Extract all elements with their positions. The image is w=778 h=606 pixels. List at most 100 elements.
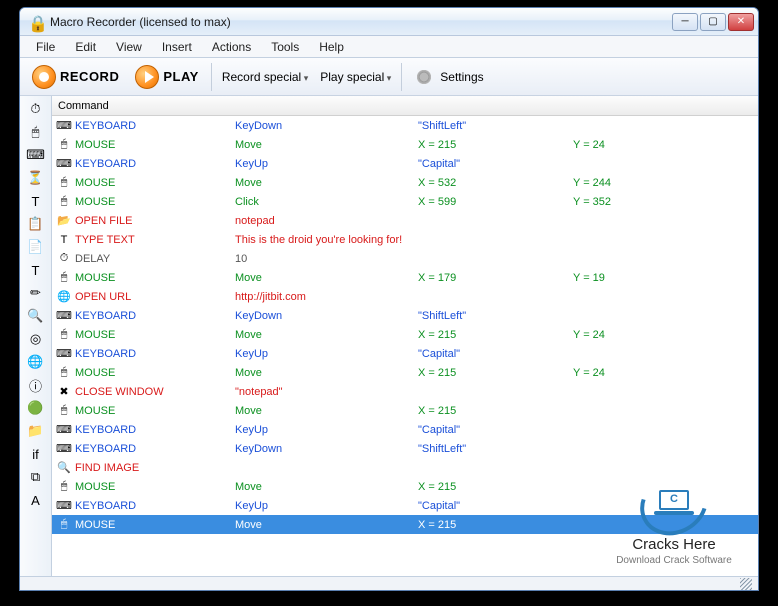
sidetool-1[interactable]: 🖱 xyxy=(25,121,47,143)
sidetool-5[interactable]: 📋 xyxy=(25,213,47,235)
table-row[interactable]: ⌨KEYBOARDKeyUp"Capital" xyxy=(52,344,758,363)
table-row[interactable]: 🖱MOUSEMoveX = 532Y = 244 xyxy=(52,173,758,192)
row-param2: X = 215 xyxy=(418,139,573,151)
row-param2: "ShiftLeft" xyxy=(418,310,573,322)
row-param1: "notepad" xyxy=(235,386,418,398)
close-button[interactable]: ✕ xyxy=(728,13,754,31)
sidetool-6[interactable]: 📄 xyxy=(25,236,47,258)
table-row[interactable]: ⌨KEYBOARDKeyUp"Capital" xyxy=(52,420,758,439)
gear-icon xyxy=(414,67,434,87)
sidetool-17[interactable]: A xyxy=(25,489,47,511)
row-param3: Y = 24 xyxy=(573,329,758,341)
play-button[interactable]: PLAY xyxy=(129,63,204,91)
row-param1: Move xyxy=(235,139,418,151)
sidetool-0[interactable]: ⏱ xyxy=(25,98,47,120)
row-param1: Move xyxy=(235,519,418,531)
resize-grip[interactable] xyxy=(740,578,752,590)
menu-actions[interactable]: Actions xyxy=(202,38,261,56)
sidetool-13[interactable]: 🟢 xyxy=(25,397,47,419)
sidetool-3[interactable]: ⏳ xyxy=(25,167,47,189)
minimize-button[interactable]: ─ xyxy=(672,13,698,31)
sidetool-2[interactable]: ⌨ xyxy=(25,144,47,166)
table-row[interactable]: 🔍FIND IMAGE xyxy=(52,458,758,477)
play-label: PLAY xyxy=(163,69,198,84)
play-special-dropdown[interactable]: Play special xyxy=(316,68,395,86)
table-row[interactable]: ⌨KEYBOARDKeyUp"Capital" xyxy=(52,496,758,515)
row-icon: 🖱 xyxy=(56,365,72,381)
settings-button[interactable]: Settings xyxy=(408,65,489,89)
table-row[interactable]: 🌐OPEN URLhttp://jitbit.com xyxy=(52,287,758,306)
row-icon: 🖱 xyxy=(56,175,72,191)
table-row[interactable]: 🖱MOUSEMoveX = 215Y = 24 xyxy=(52,363,758,382)
sidetool-16[interactable]: ⧉ xyxy=(25,466,47,488)
row-icon: ⏱ xyxy=(56,251,72,267)
row-param2: X = 179 xyxy=(418,272,573,284)
row-param2: X = 215 xyxy=(418,519,573,531)
sidetool-10[interactable]: ◎ xyxy=(25,328,47,350)
sidetool-4[interactable]: T xyxy=(25,190,47,212)
table-row[interactable]: TTYPE TEXTThis is the droid you're looki… xyxy=(52,230,758,249)
titlebar[interactable]: 🔒 Macro Recorder (licensed to max) ─ ▢ ✕ xyxy=(20,8,758,36)
row-param1: notepad xyxy=(235,215,418,227)
table-row[interactable]: 🖱MOUSEMoveX = 215 xyxy=(52,515,758,534)
sidetool-14[interactable]: 📁 xyxy=(25,420,47,442)
record-special-dropdown[interactable]: Record special xyxy=(218,68,312,86)
row-icon: ⌨ xyxy=(56,156,72,172)
menubar: File Edit View Insert Actions Tools Help xyxy=(20,36,758,58)
row-command: DELAY xyxy=(72,253,235,265)
table-row[interactable]: 🖱MOUSEMoveX = 179Y = 19 xyxy=(52,268,758,287)
row-icon: ✖ xyxy=(56,384,72,400)
menu-file[interactable]: File xyxy=(26,38,65,56)
table-row[interactable]: ⌨KEYBOARDKeyUp"Capital" xyxy=(52,154,758,173)
table-row[interactable]: 🖱MOUSEMoveX = 215Y = 24 xyxy=(52,325,758,344)
row-param1: KeyUp xyxy=(235,158,418,170)
table-row[interactable]: 🖱MOUSEClickX = 599Y = 352 xyxy=(52,192,758,211)
row-icon: ⌨ xyxy=(56,118,72,134)
row-param3: Y = 24 xyxy=(573,139,758,151)
row-icon: ⌨ xyxy=(56,422,72,438)
row-icon: 🖱 xyxy=(56,270,72,286)
sidetool-8[interactable]: ✏ xyxy=(25,282,47,304)
row-command: KEYBOARD xyxy=(72,348,235,360)
row-param2: "Capital" xyxy=(418,424,573,436)
table-row[interactable]: 🖱MOUSEMoveX = 215 xyxy=(52,477,758,496)
row-command: KEYBOARD xyxy=(72,500,235,512)
row-icon: ⌨ xyxy=(56,498,72,514)
row-param2: "ShiftLeft" xyxy=(418,120,573,132)
separator xyxy=(401,63,402,91)
row-param2: X = 215 xyxy=(418,367,573,379)
row-param3: Y = 24 xyxy=(573,367,758,379)
menu-edit[interactable]: Edit xyxy=(65,38,106,56)
table-row[interactable]: 🖱MOUSEMoveX = 215Y = 24 xyxy=(52,135,758,154)
sidetool-11[interactable]: 🌐 xyxy=(25,351,47,373)
row-param1: Move xyxy=(235,329,418,341)
row-icon: 🖱 xyxy=(56,194,72,210)
row-param1: Move xyxy=(235,177,418,189)
table-row[interactable]: ✖CLOSE WINDOW"notepad" xyxy=(52,382,758,401)
sidetool-15[interactable]: if xyxy=(25,443,47,465)
record-button[interactable]: RECORD xyxy=(26,63,125,91)
row-command: MOUSE xyxy=(72,405,235,417)
table-row[interactable]: ⌨KEYBOARDKeyDown"ShiftLeft" xyxy=(52,116,758,135)
menu-insert[interactable]: Insert xyxy=(152,38,202,56)
menu-help[interactable]: Help xyxy=(309,38,354,56)
row-param2: "Capital" xyxy=(418,158,573,170)
grid-header[interactable]: Command xyxy=(52,96,758,116)
table-row[interactable]: 📂OPEN FILEnotepad xyxy=(52,211,758,230)
menu-view[interactable]: View xyxy=(106,38,152,56)
row-param1: Move xyxy=(235,272,418,284)
row-param2: X = 215 xyxy=(418,329,573,341)
row-param1: Move xyxy=(235,405,418,417)
grid-rows[interactable]: ⌨KEYBOARDKeyDown"ShiftLeft"🖱MOUSEMoveX =… xyxy=(52,116,758,576)
maximize-button[interactable]: ▢ xyxy=(700,13,726,31)
sidetool-9[interactable]: 🔍 xyxy=(25,305,47,327)
sidetool-7[interactable]: T xyxy=(25,259,47,281)
table-row[interactable]: ⌨KEYBOARDKeyDown"ShiftLeft" xyxy=(52,439,758,458)
row-param1: 10 xyxy=(235,253,418,265)
menu-tools[interactable]: Tools xyxy=(261,38,309,56)
table-row[interactable]: ⏱DELAY10 xyxy=(52,249,758,268)
table-row[interactable]: ⌨KEYBOARDKeyDown"ShiftLeft" xyxy=(52,306,758,325)
sidetool-12[interactable]: ⓘ xyxy=(25,374,47,396)
table-row[interactable]: 🖱MOUSEMoveX = 215 xyxy=(52,401,758,420)
row-param2: "Capital" xyxy=(418,348,573,360)
